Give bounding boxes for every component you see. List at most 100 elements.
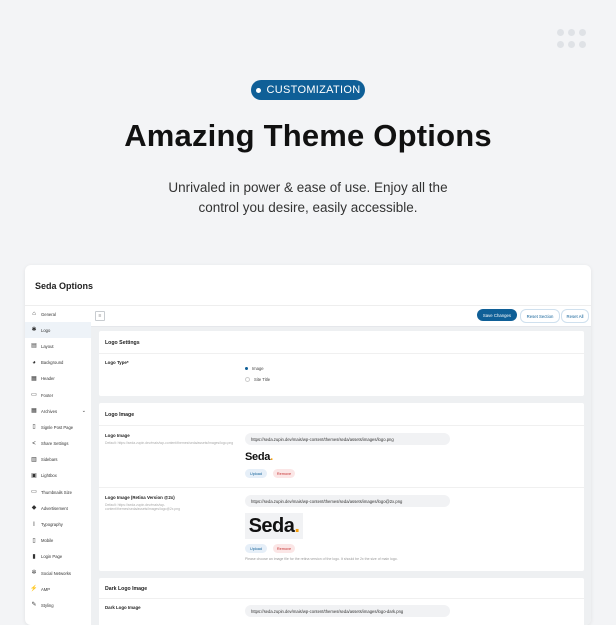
logo-settings-panel: Logo Settings Logo Type* Image Site Titl… xyxy=(99,331,584,396)
sidebar-item-signle-post-page[interactable]: ▯ Signle Post Page xyxy=(25,419,91,435)
logo-image-label: Logo Image xyxy=(105,433,130,438)
sidebar-item-share-settings[interactable]: < Share Settings xyxy=(25,436,91,452)
sidebar-item-label: AMP xyxy=(41,586,51,592)
save-changes-button[interactable]: Save Changes xyxy=(477,309,517,321)
mobile-icon: ▯ xyxy=(32,537,36,544)
panel-divider xyxy=(99,425,584,426)
network-icon: ✲ xyxy=(31,570,37,577)
reset-all-button[interactable]: Reset All xyxy=(561,309,589,323)
sidebar-item-label: Social Networks xyxy=(41,570,72,576)
retina-logo-url-field[interactable]: https://seda.zupin.dev/mais/wp-content/t… xyxy=(245,495,450,507)
login-icon: ▮ xyxy=(32,553,36,560)
sidebar-item-thumbnails-size[interactable]: ▭ Thumbnails Size xyxy=(25,484,91,500)
badge-dot-icon xyxy=(255,87,261,93)
collapse-sidebar-icon[interactable]: ≡ xyxy=(95,311,105,321)
options-sidebar: ⌂ General ✱ Logo ▤ Layout ◕ Background ▦ Header ▭ F… xyxy=(25,306,91,625)
logo-image-url-field[interactable]: https://seda.zupin.dev/mais/wp-content/t… xyxy=(245,433,450,445)
sidebar-item-styling[interactable]: ✎ Styling xyxy=(25,597,91,613)
dark-logo-url-field[interactable]: https://seda.zupin.dev/mais/wp-content/t… xyxy=(245,605,450,617)
italic-icon: I xyxy=(33,521,35,528)
retina-upload-button[interactable]: Upload xyxy=(245,544,267,553)
sidebar-item-login-page[interactable]: ▮ Login Page xyxy=(25,549,91,565)
footer-icon: ▭ xyxy=(31,392,37,399)
sidebar-icon: ▥ xyxy=(31,456,37,463)
sidebar-item-social-networks[interactable]: ✲ Social Networks xyxy=(25,565,91,581)
retina-logo-hint: Please choose an image file for the reti… xyxy=(245,557,398,561)
options-panel-window: Seda Options ⌂ General ✱ Logo ▤ Layout ◕ Backgr… xyxy=(25,265,591,625)
sidebar-item-footer[interactable]: ▭ Footer xyxy=(25,387,91,403)
sidebar-item-lightbox[interactable]: ▣ Lightbox xyxy=(25,468,91,484)
logo-type-option-site-title[interactable]: Site Title xyxy=(245,377,270,382)
sidebar-item-background[interactable]: ◕ Background xyxy=(25,355,91,371)
sidebar-item-label: Mobile xyxy=(41,538,54,544)
document-icon: ▯ xyxy=(32,424,36,431)
reset-section-button[interactable]: Reset Section xyxy=(520,309,560,323)
sidebar-item-label: Background xyxy=(41,360,64,366)
retina-remove-button[interactable]: Remove xyxy=(273,544,295,553)
sidebar-item-label: Thumbnails Size xyxy=(41,489,72,495)
lightbox-icon: ▣ xyxy=(31,472,37,479)
home-icon: ⌂ xyxy=(32,311,36,318)
thumbnail-icon: ▭ xyxy=(31,489,37,496)
logo-image-preview: Seda. xyxy=(245,451,273,463)
sidebar-item-label: Archives xyxy=(41,408,58,414)
customization-badge: CUSTOMIZATION xyxy=(251,80,365,100)
page-headline: Amazing Theme Options xyxy=(124,118,492,153)
bulb-icon: ✱ xyxy=(31,327,37,334)
logo-type-label: Logo Type* xyxy=(105,360,129,365)
logo-image-panel: Logo Image Logo Image Default: https://s… xyxy=(99,403,584,571)
sidebar-item-label: Typography xyxy=(41,522,63,528)
brush-icon: ✎ xyxy=(31,602,37,609)
logo-image-desc: Default: https://seda.zupin.dev/mais/wp-… xyxy=(105,441,234,445)
header-icon: ▦ xyxy=(31,375,37,382)
sidebar-item-label: Styling xyxy=(41,602,54,608)
sidebar-item-advertisement[interactable]: ◆ Advertisement xyxy=(25,500,91,516)
options-main: ≡ Save Changes Reset Section Reset All L… xyxy=(91,306,591,625)
options-panel-title: Seda Options xyxy=(35,281,94,291)
logo-settings-title: Logo Settings xyxy=(105,340,140,346)
options-toolbar: ≡ Save Changes Reset Section Reset All xyxy=(91,306,591,327)
sidebar-item-label: Lightbox xyxy=(41,473,57,479)
sidebar-item-label: Share Settings xyxy=(41,441,69,447)
panel-divider xyxy=(99,598,584,599)
sidebar-item-amp[interactable]: ⚡ AMP xyxy=(25,581,91,597)
sidebar-item-label: Advertisement xyxy=(41,505,68,511)
retina-logo-preview: Seda. xyxy=(245,513,303,539)
logo-type-option-image[interactable]: Image xyxy=(245,366,264,371)
sidebar-item-label: Sidebars xyxy=(41,457,58,463)
dark-logo-title: Dark Logo Image xyxy=(105,586,148,592)
sidebar-item-label: Logo xyxy=(41,327,51,333)
sidebar-item-general[interactable]: ⌂ General xyxy=(25,306,91,322)
megaphone-icon: ◆ xyxy=(31,505,37,512)
sidebar-item-typography[interactable]: I Typography xyxy=(25,516,91,532)
dark-logo-label: Dark Logo Image xyxy=(105,605,141,610)
retina-logo-desc: Default: https://seda.zupin.dev/mais/wp-… xyxy=(105,503,181,512)
sidebar-item-archives[interactable]: ▦ Archives ⌄ xyxy=(25,403,91,419)
sidebar-item-header[interactable]: ▦ Header xyxy=(25,371,91,387)
sidebar-item-sidebars[interactable]: ▥ Sidebars xyxy=(25,452,91,468)
share-icon: < xyxy=(32,440,36,447)
field-divider xyxy=(99,487,584,488)
page-subline: Unrivaled in power & ease of use. Enjoy … xyxy=(168,180,448,215)
sidebar-item-label: General xyxy=(41,311,56,317)
sidebar-item-label: Signle Post Page xyxy=(41,424,74,430)
badge-label: CUSTOMIZATION xyxy=(266,84,361,96)
amp-icon: ⚡ xyxy=(30,586,38,593)
sidebar-item-mobile[interactable]: ▯ Mobile xyxy=(25,533,91,549)
logo-image-title: Logo Image xyxy=(105,412,135,418)
sidebar-item-label: Header xyxy=(41,376,55,382)
sidebar-item-label: Layout xyxy=(41,343,54,349)
radio-unchecked-icon xyxy=(245,377,250,382)
logo-upload-button[interactable]: Upload xyxy=(245,469,267,478)
archive-icon: ▦ xyxy=(31,408,37,415)
layout-icon: ▤ xyxy=(31,343,37,350)
retina-logo-label: Logo Image (Retina Version @2x) xyxy=(105,495,175,500)
logo-remove-button[interactable]: Remove xyxy=(273,469,295,478)
sidebar-item-logo[interactable]: ✱ Logo xyxy=(25,322,91,339)
sidebar-item-label: Login Page xyxy=(41,554,63,560)
palette-icon: ◕ xyxy=(32,359,36,366)
panel-divider xyxy=(99,353,584,354)
grid-dots-decoration xyxy=(557,29,587,49)
radio-checked-icon xyxy=(245,367,248,370)
sidebar-item-layout[interactable]: ▤ Layout xyxy=(25,338,91,354)
